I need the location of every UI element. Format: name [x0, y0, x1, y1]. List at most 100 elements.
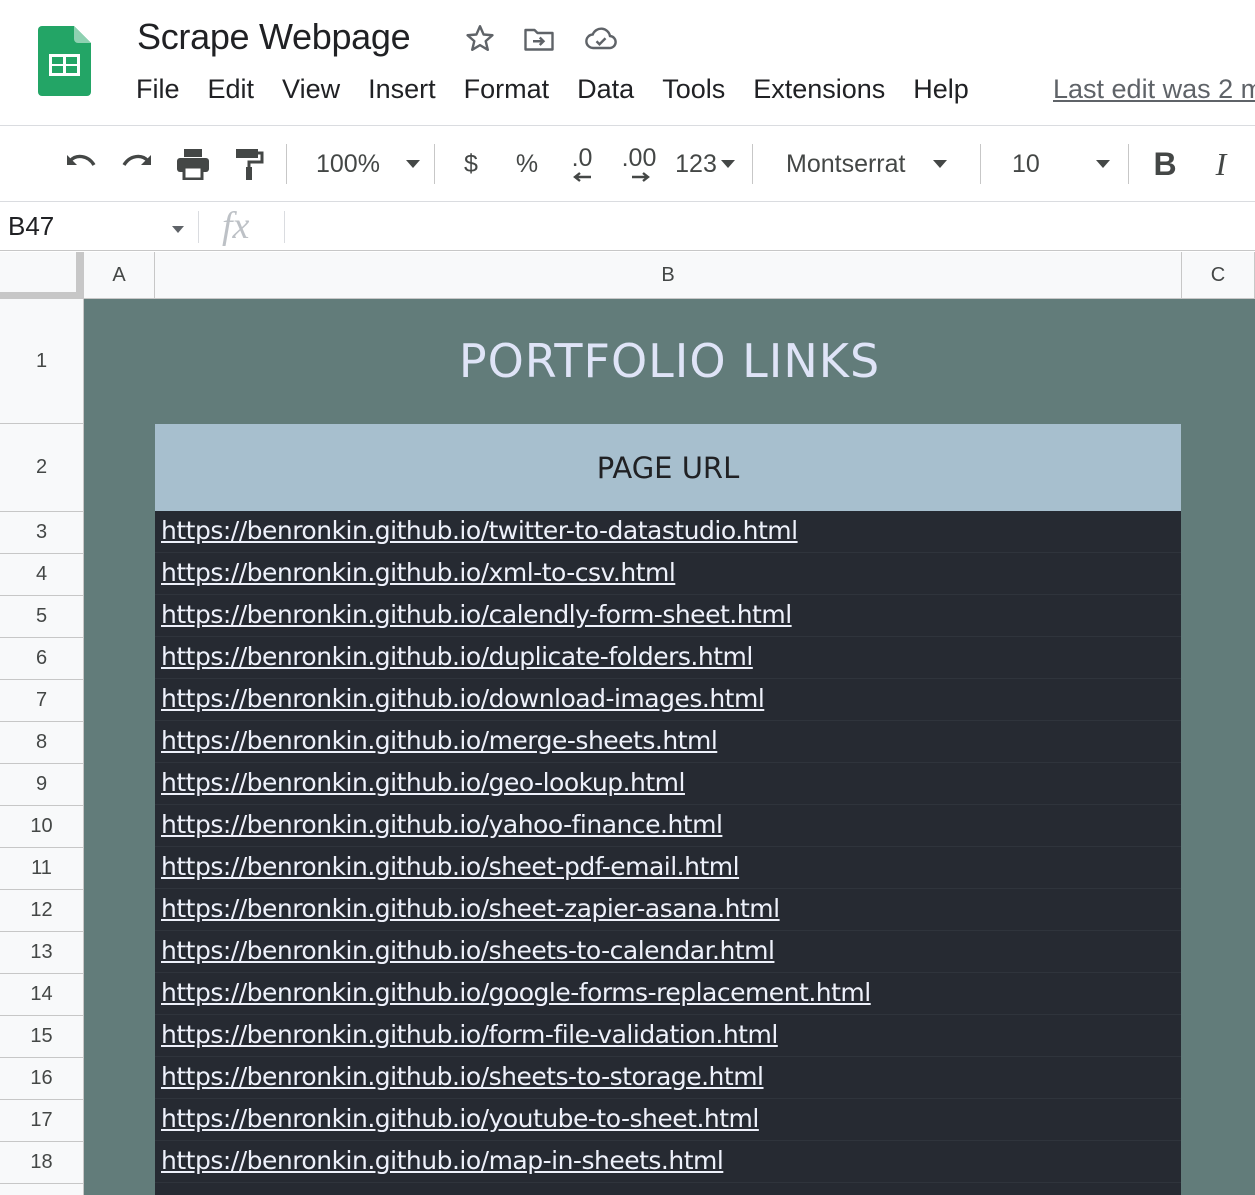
currency-format-button[interactable]: $ [452, 141, 490, 187]
decrease-decimal-button[interactable]: .0 [560, 141, 604, 187]
table-row[interactable]: https://benronkin.github.io/duplicate-fo… [155, 637, 1181, 679]
url-link[interactable]: https://benronkin.github.io/sheets-to-ca… [161, 936, 775, 965]
row-header[interactable]: 13 [0, 932, 84, 974]
menu-edit[interactable]: Edit [194, 72, 269, 112]
url-link[interactable]: https://benronkin.github.io/download-ima… [161, 684, 765, 713]
table-row[interactable]: https://benronkin.github.io/map-in-sheet… [155, 1141, 1181, 1183]
toolbar-divider [752, 144, 753, 184]
menu-view[interactable]: View [268, 72, 354, 112]
url-link[interactable]: https://benronkin.github.io/geo-lookup.h… [161, 768, 685, 797]
redo-icon [122, 154, 151, 166]
row-header[interactable]: 6 [0, 638, 84, 680]
url-link[interactable]: https://benronkin.github.io/yahoo-financ… [161, 810, 723, 839]
freeze-handle-horizontal[interactable] [0, 292, 84, 299]
spreadsheet-grid: A B C 1 2 3 4 5 6 7 8 9 10 11 12 13 14 1… [0, 252, 1255, 1195]
column-header-c[interactable]: C [1182, 252, 1255, 299]
last-edit-link[interactable]: Last edit was 2 m [1053, 74, 1255, 105]
row-header[interactable]: 9 [0, 764, 84, 806]
menu-file[interactable]: File [122, 72, 194, 112]
row-header[interactable]: 5 [0, 596, 84, 638]
table-row[interactable]: https://benronkin.github.io/merge-sheets… [155, 721, 1181, 763]
row-header[interactable]: 4 [0, 554, 84, 596]
font-family-select[interactable]: Montserrat [776, 141, 968, 187]
formula-bar: B47 fx [0, 203, 1255, 251]
cloud-saved-icon[interactable] [582, 21, 618, 57]
toolbar-divider [1128, 144, 1129, 184]
chevron-down-icon [1095, 160, 1110, 168]
select-all-corner[interactable] [0, 252, 84, 299]
row-header[interactable]: 7 [0, 680, 84, 722]
table-row[interactable]: https://benronkin.github.io/form-file-va… [155, 1015, 1181, 1057]
row-header[interactable]: 18 [0, 1142, 84, 1184]
row-header[interactable]: 8 [0, 722, 84, 764]
portfolio-title-cell[interactable]: PORTFOLIO LINKS [84, 299, 1255, 423]
menu-extensions[interactable]: Extensions [739, 72, 899, 112]
table-row[interactable]: https://benronkin.github.io/sheet-zapier… [155, 889, 1181, 931]
formula-input[interactable] [296, 211, 1236, 243]
paint-format-button[interactable] [228, 141, 270, 187]
row-header[interactable]: 16 [0, 1058, 84, 1100]
sheets-logo-icon[interactable] [38, 26, 91, 96]
url-link[interactable]: https://benronkin.github.io/merge-sheets… [161, 726, 718, 755]
url-link[interactable]: https://benronkin.github.io/form-file-va… [161, 1020, 778, 1049]
column-header-b[interactable]: B [155, 252, 1182, 299]
row-header[interactable]: 14 [0, 974, 84, 1016]
document-title[interactable]: Scrape Webpage [137, 16, 411, 58]
url-link[interactable]: https://benronkin.github.io/xml-to-csv.h… [161, 558, 676, 587]
row-header[interactable]: 3 [0, 512, 84, 554]
table-row[interactable]: https://benronkin.github.io/google-forms… [155, 973, 1181, 1015]
increase-decimal-button[interactable]: .00 [614, 141, 664, 187]
column-header-a[interactable]: A [84, 252, 155, 299]
url-link[interactable]: https://benronkin.github.io/sheets-to-st… [161, 1062, 764, 1091]
menu-format[interactable]: Format [450, 72, 564, 112]
increase-decimal-label: .00 [621, 144, 657, 172]
row-header[interactable]: 15 [0, 1016, 84, 1058]
italic-button[interactable]: I [1202, 141, 1240, 187]
undo-button[interactable] [60, 141, 102, 187]
table-row[interactable]: https://benronkin.github.io/calendly-for… [155, 595, 1181, 637]
url-link[interactable]: https://benronkin.github.io/twitter-to-d… [161, 516, 798, 545]
bold-button[interactable]: B [1146, 141, 1184, 187]
url-link[interactable]: https://benronkin.github.io/youtube-to-s… [161, 1104, 759, 1133]
name-box[interactable]: B47 [8, 211, 54, 242]
more-formats-button[interactable]: 123 [670, 141, 740, 187]
row-header[interactable]: 10 [0, 806, 84, 848]
table-row[interactable]: https://benronkin.github.io/sheet-pdf-em… [155, 847, 1181, 889]
table-row[interactable]: https://benronkin.github.io/download-ima… [155, 679, 1181, 721]
table-row[interactable]: https://benronkin.github.io/yahoo-financ… [155, 805, 1181, 847]
table-row[interactable]: https://benronkin.github.io/sheets-to-st… [155, 1057, 1181, 1099]
url-link[interactable]: https://benronkin.github.io/map-in-sheet… [161, 1146, 724, 1175]
redo-button[interactable] [116, 141, 158, 187]
table-row[interactable]: https://benronkin.github.io/geo-lookup.h… [155, 763, 1181, 805]
url-link[interactable]: https://benronkin.github.io/sheet-zapier… [161, 894, 780, 923]
table-row[interactable]: https://benronkin.github.io/youtube-to-s… [155, 1099, 1181, 1141]
row-header[interactable]: 2 [0, 424, 84, 512]
table-row[interactable]: https://benronkin.github.io/sheets-to-ca… [155, 931, 1181, 973]
toolbar: 100% $ % .0 .00 123 Montserrat 10 B I [0, 127, 1255, 202]
chevron-down-icon[interactable] [172, 226, 184, 233]
table-row[interactable]: https://benronkin.github.io/twitter-to-d… [155, 511, 1181, 553]
font-size-select[interactable]: 10 [998, 141, 1116, 187]
row-header[interactable]: 17 [0, 1100, 84, 1142]
url-link[interactable]: https://benronkin.github.io/duplicate-fo… [161, 642, 753, 671]
url-link[interactable]: https://benronkin.github.io/sheet-pdf-em… [161, 852, 740, 881]
table-row[interactable]: https://benronkin.github.io/xml-to-csv.h… [155, 553, 1181, 595]
page-url-header-cell[interactable]: PAGE URL [155, 424, 1181, 511]
chevron-down-icon [933, 160, 948, 168]
url-link[interactable]: https://benronkin.github.io/google-forms… [161, 978, 871, 1007]
move-folder-icon[interactable] [521, 21, 557, 57]
star-icon[interactable] [462, 21, 498, 57]
row-header[interactable]: 11 [0, 848, 84, 890]
menu-data[interactable]: Data [563, 72, 648, 112]
zoom-select[interactable]: 100% [304, 141, 426, 187]
row-header[interactable] [0, 1184, 84, 1195]
percent-format-button[interactable]: % [508, 141, 546, 187]
fx-icon: fx [222, 205, 250, 247]
print-button[interactable] [172, 141, 214, 187]
row-header[interactable]: 12 [0, 890, 84, 932]
row-header[interactable]: 1 [0, 299, 84, 424]
menu-help[interactable]: Help [899, 72, 983, 112]
menu-insert[interactable]: Insert [354, 72, 450, 112]
url-link[interactable]: https://benronkin.github.io/calendly-for… [161, 600, 792, 629]
menu-tools[interactable]: Tools [648, 72, 739, 112]
